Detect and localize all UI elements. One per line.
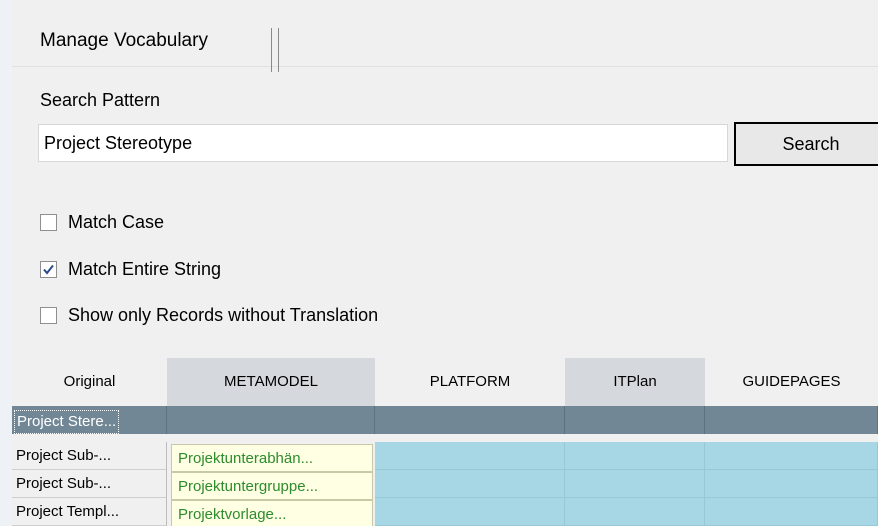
show-untranslated-label: Show only Records without Translation bbox=[68, 305, 379, 325]
metamodel-cell[interactable]: Projektvorlage... bbox=[171, 500, 373, 526]
match-entire-string-checkbox[interactable] bbox=[40, 261, 57, 278]
manage-vocabulary-panel: Manage Vocabulary Search Pattern Project… bbox=[12, 0, 878, 526]
match-entire-string-label: Match Entire String bbox=[68, 259, 222, 279]
guidepages-cell[interactable] bbox=[705, 442, 878, 470]
search-button[interactable]: Search bbox=[734, 122, 878, 166]
vocabulary-grid: Original METAMODEL PLATFORM ITPlan GUIDE… bbox=[12, 358, 878, 526]
tab-bar: Manage Vocabulary bbox=[12, 8, 878, 72]
search-pattern-label: Search Pattern bbox=[40, 90, 161, 110]
guidepages-cell[interactable] bbox=[705, 498, 878, 526]
original-cell[interactable]: Project Stere... bbox=[12, 406, 167, 434]
column-header-original[interactable]: Original bbox=[12, 358, 167, 406]
tab-manage-vocabulary[interactable]: Manage Vocabulary bbox=[40, 30, 208, 52]
tab-separator bbox=[271, 28, 272, 72]
column-header-metamodel[interactable]: METAMODEL bbox=[167, 358, 375, 406]
metamodel-cell[interactable]: Projektunterabhän... bbox=[171, 444, 373, 472]
itplan-cell[interactable] bbox=[565, 498, 705, 526]
match-case-label: Match Case bbox=[68, 212, 165, 232]
platform-cell[interactable] bbox=[375, 406, 565, 434]
original-cell-text: Project Stere... bbox=[14, 410, 120, 434]
platform-cell[interactable] bbox=[375, 470, 565, 498]
original-cell[interactable]: Project Templ... bbox=[12, 498, 167, 526]
search-pattern-input[interactable]: Project Stereotype bbox=[38, 124, 728, 162]
itplan-cell[interactable] bbox=[565, 406, 705, 434]
tab-separator bbox=[278, 28, 279, 72]
metamodel-cell[interactable]: Projektuntergruppe... bbox=[171, 472, 373, 500]
original-cell[interactable]: Project Sub-... bbox=[12, 470, 167, 498]
column-header-guidepages[interactable]: GUIDEPAGES bbox=[705, 358, 878, 406]
checkmark-icon bbox=[43, 264, 54, 275]
column-header-itplan[interactable]: ITPlan bbox=[565, 358, 705, 406]
itplan-cell[interactable] bbox=[565, 470, 705, 498]
match-case-checkbox[interactable] bbox=[40, 214, 57, 231]
platform-cell[interactable] bbox=[375, 498, 565, 526]
guidepages-cell[interactable] bbox=[705, 470, 878, 498]
itplan-cell[interactable] bbox=[565, 442, 705, 470]
guidepages-cell[interactable] bbox=[705, 406, 878, 434]
platform-cell[interactable] bbox=[375, 442, 565, 470]
original-cell[interactable]: Project Sub-... bbox=[12, 442, 167, 470]
show-untranslated-checkbox[interactable] bbox=[40, 307, 57, 324]
column-header-platform[interactable]: PLATFORM bbox=[375, 358, 565, 406]
metamodel-cell[interactable] bbox=[167, 406, 375, 434]
